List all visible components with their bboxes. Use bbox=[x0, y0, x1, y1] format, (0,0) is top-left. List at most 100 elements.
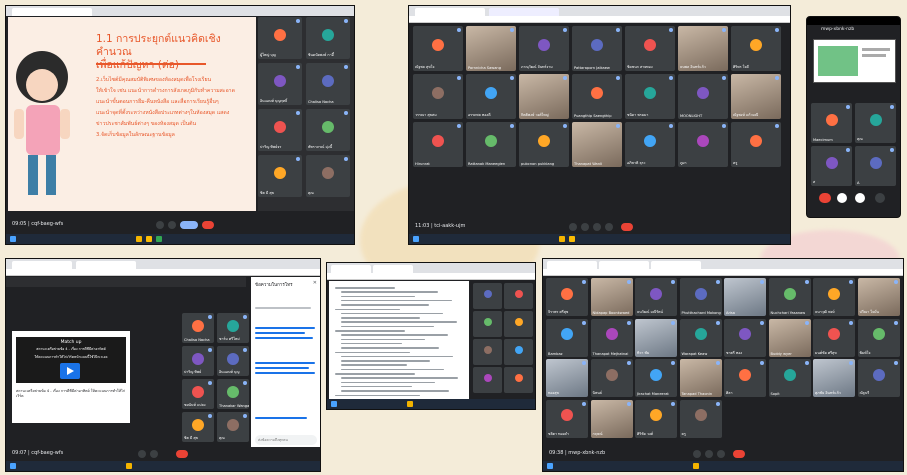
mic-button[interactable] bbox=[569, 223, 577, 231]
participant-tile[interactable]: pubcnon pukklang bbox=[519, 122, 569, 167]
participant-tile[interactable]: ชาร์ม ศรีใหม่ bbox=[217, 313, 249, 343]
participant-tile[interactable]: Jirachat Maneerat bbox=[635, 359, 677, 397]
participant-tile[interactable]: คุณ bbox=[306, 155, 350, 197]
participant-tile[interactable]: ศิริพร ใจดี bbox=[731, 26, 781, 71]
mic-button[interactable] bbox=[138, 450, 146, 458]
windows-start-icon[interactable] bbox=[10, 463, 16, 469]
participant-tile[interactable]: วรรณา สุขสม bbox=[413, 74, 463, 119]
participant-tile[interactable]: Maecimum bbox=[811, 103, 852, 143]
more-options-button[interactable] bbox=[875, 193, 885, 203]
participant-tile[interactable]: ชิต มี สุข bbox=[258, 155, 302, 197]
camera-button[interactable] bbox=[705, 450, 713, 458]
participant-tile[interactable]: Nidapap Boonkwaed bbox=[590, 278, 633, 316]
participant-tile[interactable]: คุณ bbox=[855, 103, 896, 143]
chrome-icon[interactable] bbox=[126, 463, 132, 469]
participant-tile[interactable] bbox=[504, 311, 533, 337]
play-button[interactable] bbox=[60, 363, 80, 379]
participant-tile[interactable]: ธนาวุฒิ พงษ์ bbox=[813, 278, 855, 316]
address-bar[interactable] bbox=[6, 269, 320, 276]
participant-tile[interactable]: Rattanak Maneeglen bbox=[466, 122, 516, 167]
camera-button[interactable] bbox=[837, 193, 847, 203]
edge-icon[interactable] bbox=[156, 236, 162, 242]
mic-button[interactable] bbox=[693, 450, 701, 458]
participant-tile[interactable]: ส bbox=[811, 146, 852, 186]
chat-input[interactable] bbox=[255, 435, 317, 445]
participant-tile[interactable]: อรรถพล ทองดี bbox=[466, 74, 516, 119]
participant-tile[interactable] bbox=[504, 367, 533, 393]
chrome-icon[interactable] bbox=[407, 401, 413, 407]
camera-button[interactable] bbox=[168, 221, 176, 229]
participant-tile[interactable]: Bambaz bbox=[546, 318, 588, 357]
participant-tile[interactable]: ศิริชัย วงศ์ bbox=[635, 399, 677, 438]
participant-tile[interactable]: Thanakar Wangam bbox=[217, 379, 249, 409]
windows-start-icon[interactable] bbox=[413, 236, 419, 242]
participant-tile[interactable]: Sopit bbox=[768, 359, 811, 397]
mic-button[interactable] bbox=[855, 193, 865, 203]
participant-tile[interactable]: Thanapat Mejhatnai bbox=[590, 318, 633, 357]
participant-tile[interactable]: ศิลา bbox=[724, 359, 766, 397]
participant-tile[interactable]: ณัฐพล สุขใจ bbox=[413, 26, 463, 71]
present-button[interactable] bbox=[717, 450, 725, 458]
end-call-button[interactable] bbox=[819, 193, 831, 203]
participant-tile[interactable]: ณัฐนรี bbox=[857, 359, 900, 397]
participant-tile[interactable] bbox=[504, 339, 533, 365]
participant-tile[interactable]: พัชราภรณ์ มุ่งนี้ bbox=[306, 109, 350, 151]
participant-tile[interactable]: Puangthip Saengthip bbox=[572, 74, 622, 119]
chrome-icon[interactable] bbox=[559, 236, 565, 242]
participant-tile[interactable]: ชาตรี ทอง bbox=[724, 318, 766, 357]
participant-tile[interactable] bbox=[504, 283, 533, 309]
participant-tile[interactable]: กิตติพงษ์ วงศ์ใหญ่ bbox=[519, 74, 569, 119]
participant-tile[interactable]: ศุภชัย อินทร์แก้ว bbox=[813, 359, 855, 397]
participant-tile[interactable]: Buddy wyer bbox=[768, 318, 811, 357]
participant-tile[interactable]: ชนิดา พรมมา bbox=[625, 74, 675, 119]
participant-tile[interactable]: พิมพ์ใจ bbox=[857, 318, 900, 357]
participant-tile[interactable]: อภิชาติ ธุระ bbox=[625, 122, 675, 167]
participant-tile[interactable]: ภาณุวัฒน์ จันทร์งาม bbox=[519, 26, 569, 71]
participant-tile[interactable]: A bbox=[855, 146, 896, 186]
windows-start-icon[interactable] bbox=[10, 236, 16, 242]
participant-tile[interactable]: ทองสุข bbox=[546, 359, 588, 397]
windows-start-icon[interactable] bbox=[547, 463, 553, 469]
participant-tile[interactable]: อินแอนท์ บุญ bbox=[217, 346, 249, 376]
participant-tile[interactable]: Thanapat Wanli bbox=[572, 122, 622, 167]
end-call-button[interactable] bbox=[621, 223, 633, 231]
participant-tile[interactable]: ชยนันท์ แปลง bbox=[182, 379, 214, 409]
windows-start-icon[interactable] bbox=[331, 401, 337, 407]
address-bar[interactable] bbox=[409, 16, 790, 23]
participant-tile[interactable]: Chalisa Nacha bbox=[306, 63, 350, 105]
participant-tile[interactable]: Tanapad Thaonin bbox=[679, 359, 722, 397]
folder-icon[interactable] bbox=[146, 236, 152, 242]
participant-tile[interactable]: ปาริญ ทิพย์ bbox=[182, 346, 214, 376]
participant-tile[interactable] bbox=[473, 311, 502, 337]
participant-tile[interactable]: ชิดชนก สายทอง bbox=[625, 26, 675, 71]
chrome-icon[interactable] bbox=[136, 236, 142, 242]
end-call-button[interactable] bbox=[202, 221, 214, 229]
participant-tile[interactable]: ชินดนัยพงษ์ กาอึ้ bbox=[306, 17, 350, 59]
participant-tile[interactable]: ปาริญ ทิพย์จร bbox=[258, 109, 302, 151]
participant-tile[interactable]: ธนพล อินทร์แก้ว bbox=[678, 26, 728, 71]
participant-tile[interactable]: Nuchchari Yasanaw bbox=[768, 278, 811, 316]
chrome-icon[interactable] bbox=[693, 463, 699, 469]
participant-tile[interactable]: Arisa bbox=[724, 278, 766, 316]
address-bar[interactable] bbox=[543, 269, 903, 276]
participant-tile[interactable] bbox=[473, 283, 502, 309]
participant-tile[interactable]: มนต์ชัย ศรีสุข bbox=[813, 318, 855, 357]
participant-tile[interactable]: ผู้ใหญ่ บุญ bbox=[258, 17, 302, 59]
participant-tile[interactable]: Phutthachard Mokong bbox=[679, 278, 722, 316]
participant-tile[interactable]: ภูผา bbox=[678, 122, 728, 167]
participant-tile[interactable]: ธนวัฒน์ มณีรัตน์ bbox=[635, 278, 677, 316]
participant-tile[interactable]: ครู bbox=[679, 399, 722, 438]
participant-tile[interactable]: Chalisa Nacha bbox=[182, 313, 214, 343]
participant-tile[interactable]: คุณ bbox=[217, 412, 249, 442]
participant-tile[interactable]: Hirunrat bbox=[413, 122, 463, 167]
chat-close-icon[interactable]: ✕ bbox=[313, 280, 317, 286]
present-button[interactable] bbox=[605, 223, 613, 231]
end-call-button[interactable] bbox=[176, 450, 188, 458]
participant-tile[interactable]: Warapat Keaw bbox=[679, 318, 722, 357]
camera-button[interactable] bbox=[150, 450, 158, 458]
present-button[interactable] bbox=[180, 221, 198, 229]
participant-tile[interactable]: ปวีณา ใจมั่น bbox=[857, 278, 900, 316]
mic-button[interactable] bbox=[156, 221, 164, 229]
participant-tile[interactable]: ชลิตา ทองคำ bbox=[546, 399, 588, 438]
end-call-button[interactable] bbox=[733, 450, 745, 458]
